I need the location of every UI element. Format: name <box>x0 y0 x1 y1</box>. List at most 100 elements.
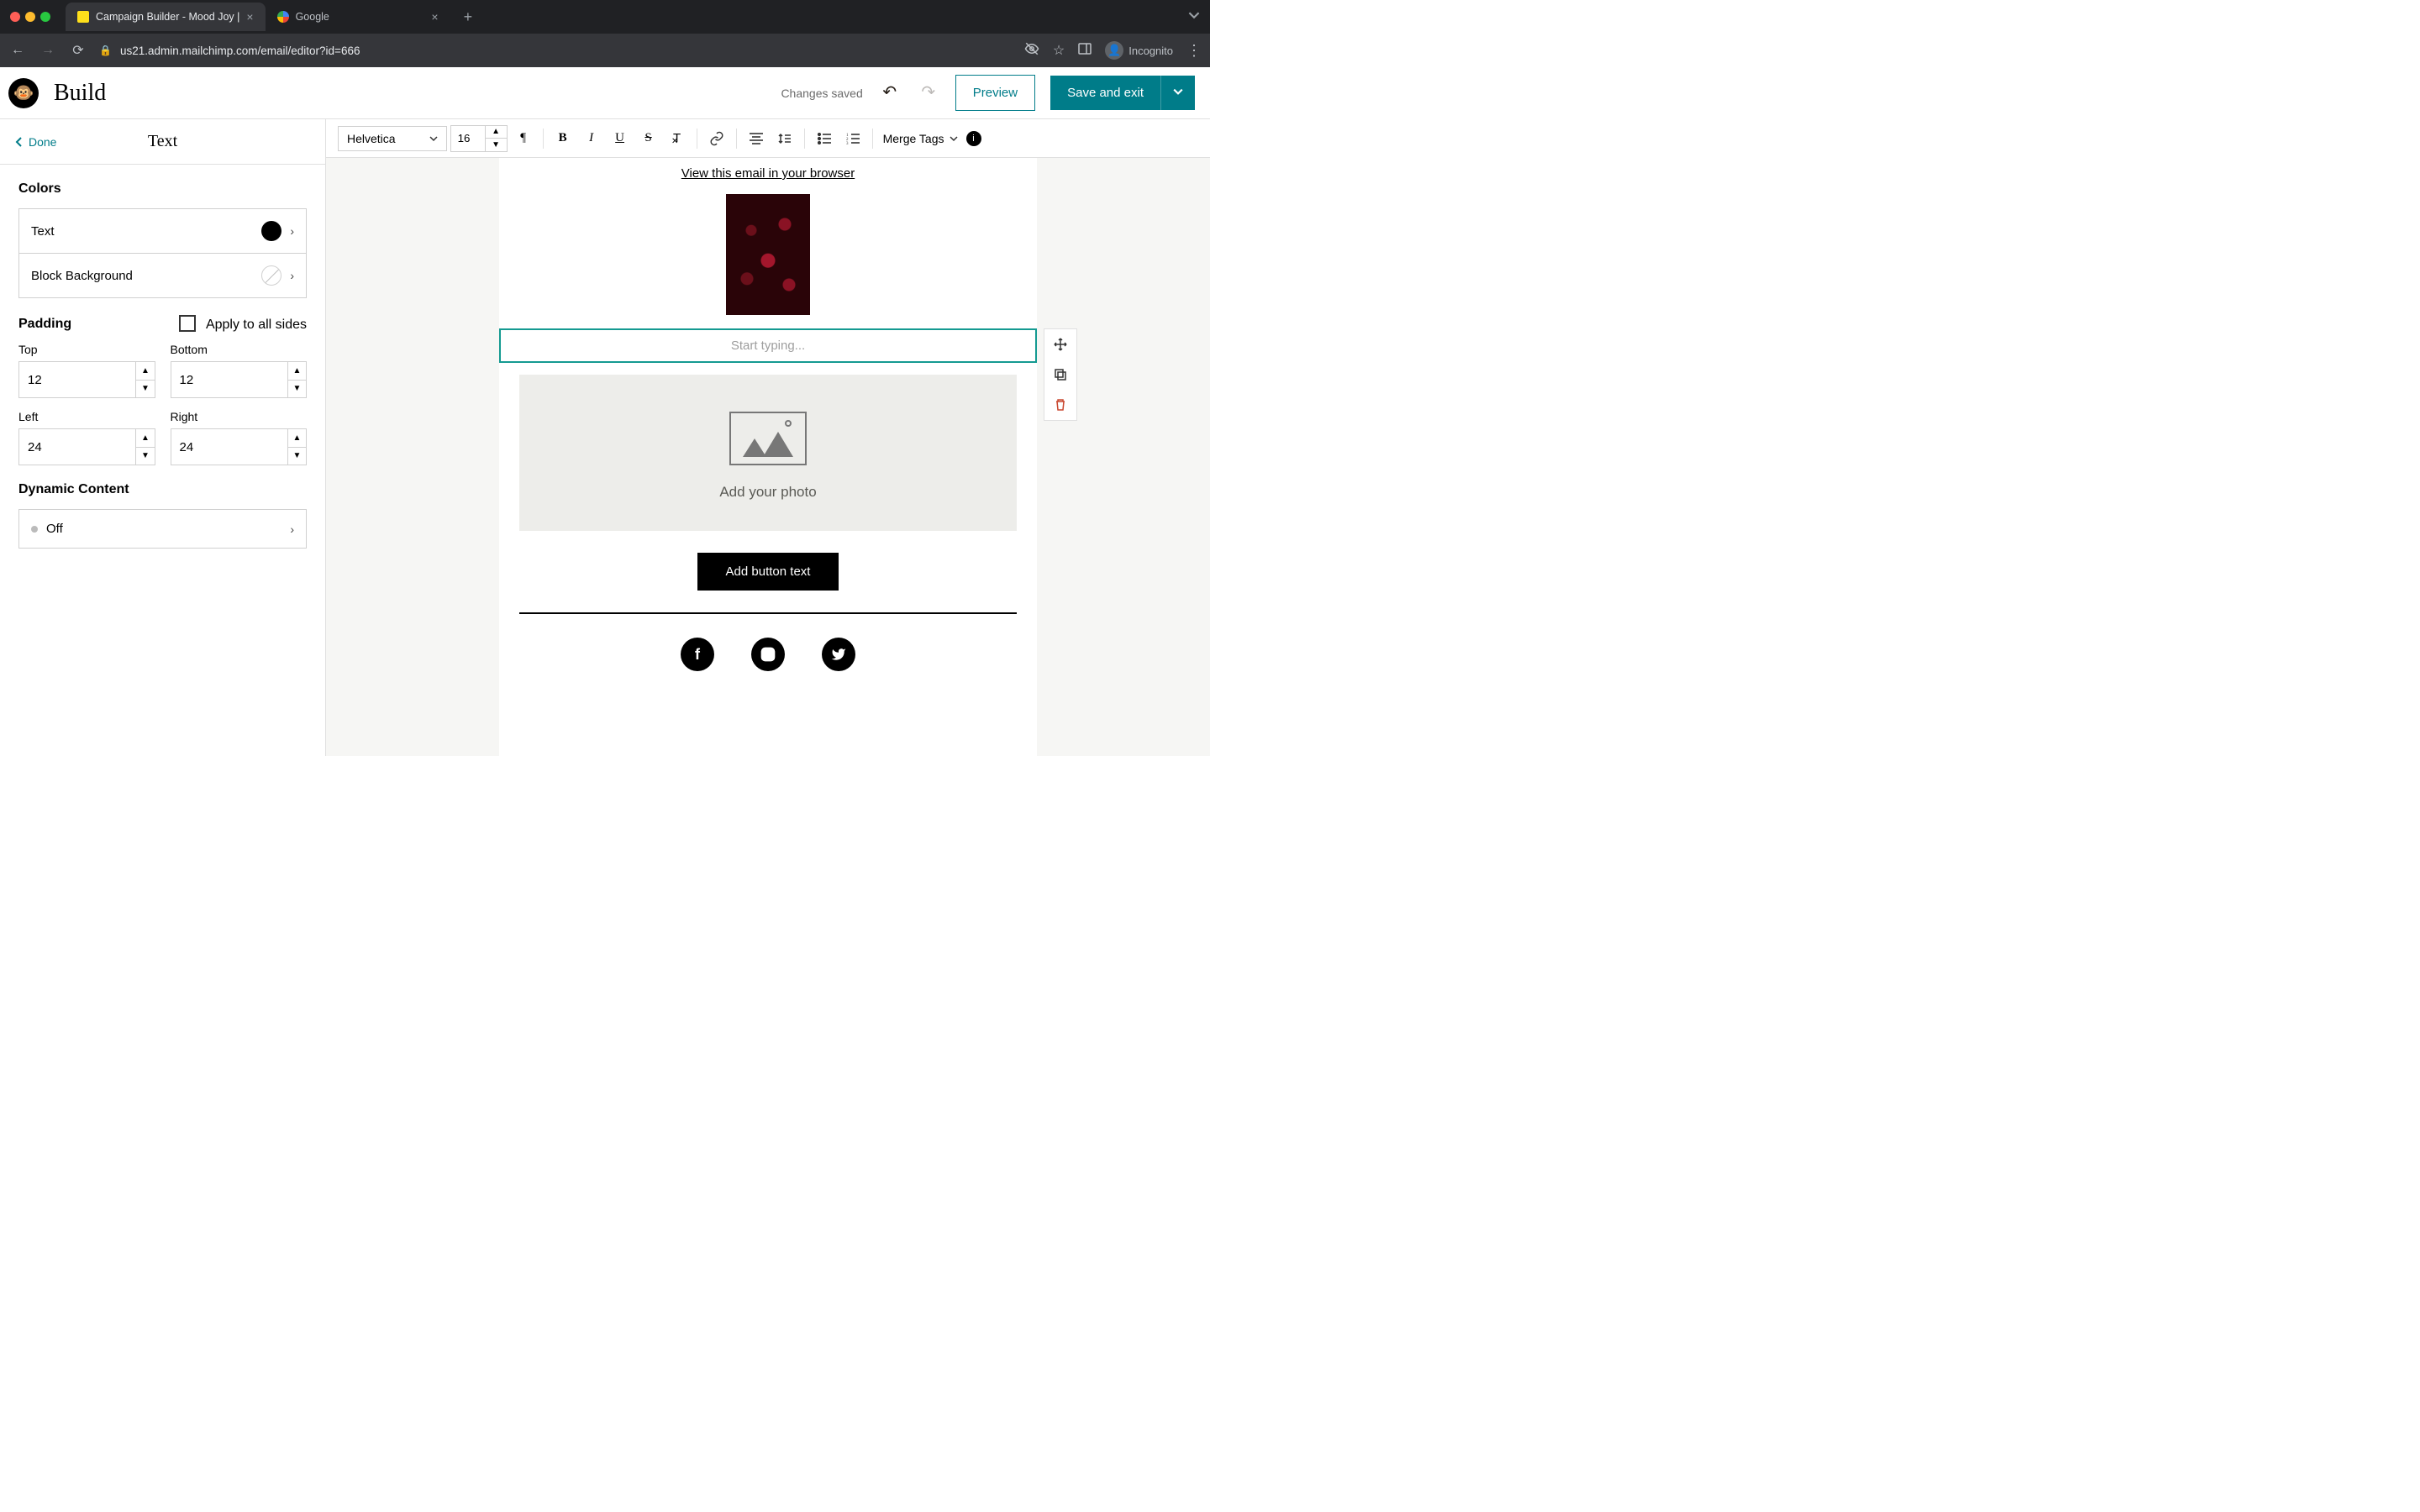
hero-image[interactable] <box>726 194 810 315</box>
tab-title: Campaign Builder - Mood Joy | <box>96 11 239 23</box>
twitter-icon[interactable] <box>822 638 855 671</box>
clear-format-button[interactable]: T✕ <box>665 125 690 152</box>
save-dropdown-button[interactable] <box>1160 76 1195 110</box>
browser-tab[interactable]: Google × <box>266 3 450 31</box>
tab-list-chevron-icon[interactable] <box>1188 9 1200 25</box>
chevron-down-icon <box>429 134 438 143</box>
window-max-dot[interactable] <box>40 12 50 22</box>
window-close-dot[interactable] <box>10 12 20 22</box>
padding-left-field[interactable] <box>19 429 135 465</box>
url-toolbar: ← → ⟳ 🔒 us21.admin.mailchimp.com/email/e… <box>0 34 1210 67</box>
line-height-button[interactable] <box>772 125 797 152</box>
address-bar[interactable]: 🔒 us21.admin.mailchimp.com/email/editor?… <box>99 45 1013 57</box>
bookmark-star-icon[interactable]: ☆ <box>1053 42 1065 59</box>
underline-button[interactable]: U <box>608 125 633 152</box>
section-heading: Padding <box>18 317 71 332</box>
step-down-icon[interactable]: ▼ <box>136 381 154 398</box>
back-button[interactable]: ← <box>8 43 27 58</box>
bold-button[interactable]: B <box>550 125 576 152</box>
step-down-icon[interactable]: ▼ <box>486 139 507 151</box>
font-size-input[interactable]: ▲▼ <box>450 125 508 152</box>
social-block: f <box>499 638 1037 671</box>
chrome-menu-button[interactable]: ⋮ <box>1186 42 1202 60</box>
save-status: Changes saved <box>781 87 862 100</box>
padding-label: Bottom <box>171 343 308 356</box>
checkbox-icon <box>179 315 196 332</box>
padding-bottom-input[interactable]: ▲▼ <box>171 361 308 398</box>
align-button[interactable] <box>744 125 769 152</box>
svg-text:3: 3 <box>846 142 849 144</box>
apply-all-sides-checkbox[interactable]: Apply to all sides <box>179 315 307 333</box>
paragraph-style-button[interactable]: ¶ <box>511 125 536 152</box>
duplicate-block-button[interactable] <box>1044 360 1076 390</box>
block-background-row[interactable]: Block Background › <box>18 254 307 298</box>
padding-label: Top <box>18 343 155 356</box>
option-label: Block Background <box>31 269 133 283</box>
incognito-icon: 👤 <box>1105 41 1123 60</box>
padding-bottom-field[interactable] <box>171 362 287 397</box>
google-favicon-icon <box>277 11 289 23</box>
color-swatch-icon <box>261 221 281 241</box>
preview-button[interactable]: Preview <box>955 75 1035 111</box>
redo-button: ↷ <box>917 81 940 105</box>
numbered-list-button[interactable]: 123 <box>840 125 865 152</box>
step-up-icon[interactable]: ▲ <box>486 126 507 139</box>
step-up-icon[interactable]: ▲ <box>288 362 306 381</box>
window-min-dot[interactable] <box>25 12 35 22</box>
italic-button[interactable]: I <box>579 125 604 152</box>
no-color-swatch-icon <box>261 265 281 286</box>
mailchimp-logo-icon[interactable]: 🐵 <box>8 78 39 108</box>
tab-title: Google <box>296 11 329 23</box>
move-block-button[interactable] <box>1044 329 1076 360</box>
panel-icon[interactable] <box>1078 42 1092 60</box>
delete-block-button[interactable] <box>1044 390 1076 420</box>
done-button[interactable]: Done <box>0 135 71 149</box>
text-color-row[interactable]: Text › <box>18 208 307 254</box>
view-in-browser-link[interactable]: View this email in your browser <box>499 166 1037 181</box>
separator <box>872 129 873 149</box>
font-size-field[interactable] <box>451 126 485 151</box>
browser-chrome: Campaign Builder - Mood Joy | × Google ×… <box>0 0 1210 67</box>
dynamic-value: Off <box>46 522 63 536</box>
divider-block[interactable] <box>519 612 1017 614</box>
save-and-exit-button[interactable]: Save and exit <box>1050 76 1160 110</box>
padding-right-field[interactable] <box>171 429 287 465</box>
step-down-icon[interactable]: ▼ <box>288 381 306 398</box>
step-up-icon[interactable]: ▲ <box>288 429 306 448</box>
eye-off-icon[interactable] <box>1024 41 1039 60</box>
canvas-scroll[interactable]: View this email in your browser Start ty… <box>326 158 1210 756</box>
photo-caption: Add your photo <box>519 484 1017 501</box>
new-tab-button[interactable]: + <box>455 8 481 26</box>
padding-top-field[interactable] <box>19 362 135 397</box>
facebook-icon[interactable]: f <box>681 638 714 671</box>
font-family-select[interactable]: Helvetica <box>338 126 447 151</box>
undo-button[interactable]: ↶ <box>878 81 902 105</box>
step-down-icon[interactable]: ▼ <box>136 448 154 465</box>
bullet-list-button[interactable] <box>812 125 837 152</box>
url-text: us21.admin.mailchimp.com/email/editor?id… <box>120 45 360 57</box>
info-icon[interactable]: i <box>966 131 981 146</box>
image-placeholder-icon <box>729 412 807 465</box>
instagram-icon[interactable] <box>751 638 785 671</box>
dynamic-content-section: Dynamic Content Off › <box>0 465 325 565</box>
photo-placeholder-block[interactable]: Add your photo <box>519 375 1017 531</box>
padding-right-input[interactable]: ▲▼ <box>171 428 308 465</box>
tab-close-icon[interactable]: × <box>431 10 438 24</box>
cta-button-block[interactable]: Add button text <box>697 553 839 591</box>
padding-top-input[interactable]: ▲▼ <box>18 361 155 398</box>
strikethrough-button[interactable]: S <box>636 125 661 152</box>
tab-close-icon[interactable]: × <box>246 10 253 24</box>
dynamic-content-row[interactable]: Off › <box>18 509 307 549</box>
padding-left-input[interactable]: ▲▼ <box>18 428 155 465</box>
panel-header: Done Text <box>0 119 325 165</box>
step-up-icon[interactable]: ▲ <box>136 362 154 381</box>
merge-tags-button[interactable]: Merge Tags <box>883 132 958 145</box>
step-down-icon[interactable]: ▼ <box>288 448 306 465</box>
link-button[interactable] <box>704 125 729 152</box>
text-block-selected[interactable]: Start typing... <box>499 328 1037 363</box>
browser-tab-active[interactable]: Campaign Builder - Mood Joy | × <box>66 3 266 31</box>
reload-button[interactable]: ⟳ <box>69 42 87 59</box>
incognito-indicator[interactable]: 👤 Incognito <box>1105 41 1173 60</box>
chevron-right-icon: › <box>290 224 294 238</box>
step-up-icon[interactable]: ▲ <box>136 429 154 448</box>
